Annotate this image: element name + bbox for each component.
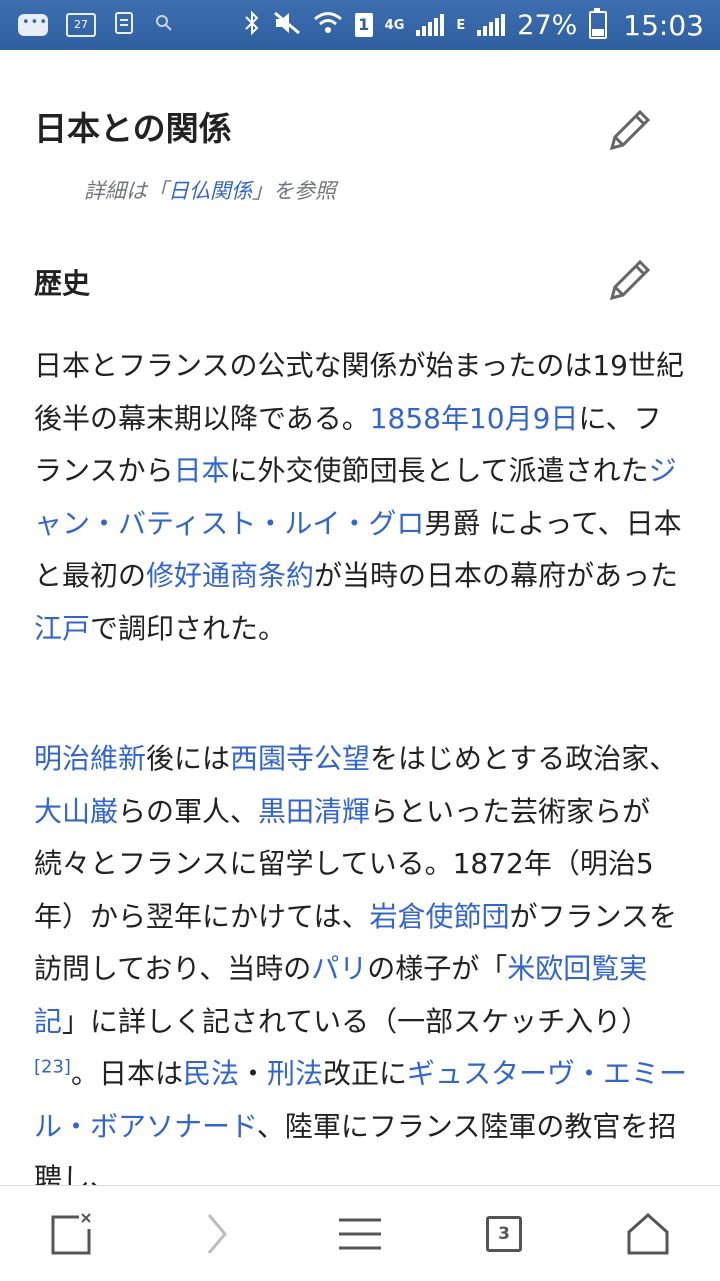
paragraph-text: ・ — [238, 1057, 267, 1090]
battery-charging-icon — [589, 8, 608, 39]
hatnote-link[interactable]: 日仏関係 — [168, 179, 252, 203]
section-title: 日本との関係 — [34, 109, 232, 148]
citation-link[interactable]: [23] — [34, 1057, 71, 1078]
messenger-icon — [18, 14, 48, 36]
forward-button[interactable] — [181, 1199, 251, 1269]
calendar-icon: 27 — [66, 13, 96, 37]
edit-section-icon[interactable] — [606, 106, 654, 154]
article-link[interactable]: 1858年10月9日 — [370, 402, 579, 435]
close-page-icon — [51, 1212, 91, 1254]
article-link[interactable]: 岩倉使節団 — [369, 900, 509, 933]
subsection-title: 歴史 — [34, 267, 91, 300]
clock: 15:03 — [623, 8, 704, 42]
article-link[interactable]: 西園寺公望 — [230, 742, 370, 775]
forward-icon — [207, 1213, 227, 1254]
paragraph-history-1: 日本とフランスの公式な関係が始まったのは19世紀後半の幕末期以降である。1858… — [34, 340, 688, 655]
article-link[interactable]: 江戸 — [34, 612, 90, 645]
menu-icon — [339, 1218, 381, 1249]
tabs-button[interactable]: 3 — [469, 1199, 539, 1269]
paragraph-text: が当時の日本の幕府があった — [314, 559, 679, 592]
paragraph-text: 改正に — [323, 1057, 408, 1090]
clipboard-icon — [114, 10, 136, 41]
article-link[interactable]: 民法 — [183, 1057, 239, 1090]
sim-icon: 1 — [354, 13, 373, 37]
bottom-toolbar: 3 — [0, 1185, 720, 1281]
article-link[interactable]: 大山巌 — [34, 795, 118, 828]
notification-icons: 27 — [0, 10, 174, 41]
paragraph-text: の様子が「 — [367, 952, 508, 985]
home-icon — [627, 1212, 669, 1254]
article-link[interactable]: 日本 — [173, 454, 229, 487]
paragraph-text: に外交使節団長として派遣された — [229, 454, 649, 487]
article-link[interactable]: 修好通商条約 — [146, 559, 314, 592]
home-button[interactable] — [613, 1199, 683, 1269]
system-icons: 1 4G E 27% 15:03 — [243, 8, 720, 42]
citation: [23] — [34, 1057, 71, 1078]
mute-icon — [273, 10, 301, 41]
article-link[interactable]: パリ — [311, 952, 367, 985]
article-content[interactable]: 日本との関係 詳細は「日仏関係」を参照 歴史 日本とフランスの公式な関係が始まっ… — [0, 50, 720, 1185]
article-link[interactable]: 黒田清輝 — [258, 795, 370, 828]
hatnote: 詳細は「日仏関係」を参照 — [84, 179, 336, 203]
paragraph-text: 。日本は — [70, 1057, 183, 1090]
close-page-button[interactable] — [37, 1199, 107, 1269]
wifi-icon — [313, 10, 343, 41]
network-type: 4G — [384, 17, 405, 33]
paragraph-text: 」に詳しく記されている（一部スケッチ入り） — [62, 1004, 650, 1038]
paragraph-text: らの軍人、 — [118, 794, 259, 828]
paragraph-text: をはじめとする政治家、 — [370, 742, 678, 775]
article-link[interactable]: 刑法 — [267, 1057, 323, 1090]
bluetooth-icon — [243, 10, 261, 41]
paragraph-text: 後には — [146, 742, 231, 775]
edit-subsection-icon[interactable] — [606, 256, 654, 304]
status-bar: 27 1 4G E 27% 15:03 — [0, 0, 720, 50]
network-type-2: E — [456, 17, 466, 33]
menu-button[interactable] — [325, 1199, 395, 1269]
paragraph-text: で調印された。 — [90, 611, 287, 645]
signal-icon — [416, 14, 445, 36]
paragraph-history-2: 明治維新後には西園寺公望をはじめとする政治家、大山巌らの軍人、黒田清輝らといった… — [34, 733, 688, 1185]
signal-icon-2 — [477, 14, 506, 36]
battery-percent: 27% — [517, 9, 578, 41]
article-link[interactable]: 明治維新 — [34, 742, 146, 775]
tabs-icon: 3 — [486, 1215, 522, 1252]
search-icon — [154, 13, 174, 38]
